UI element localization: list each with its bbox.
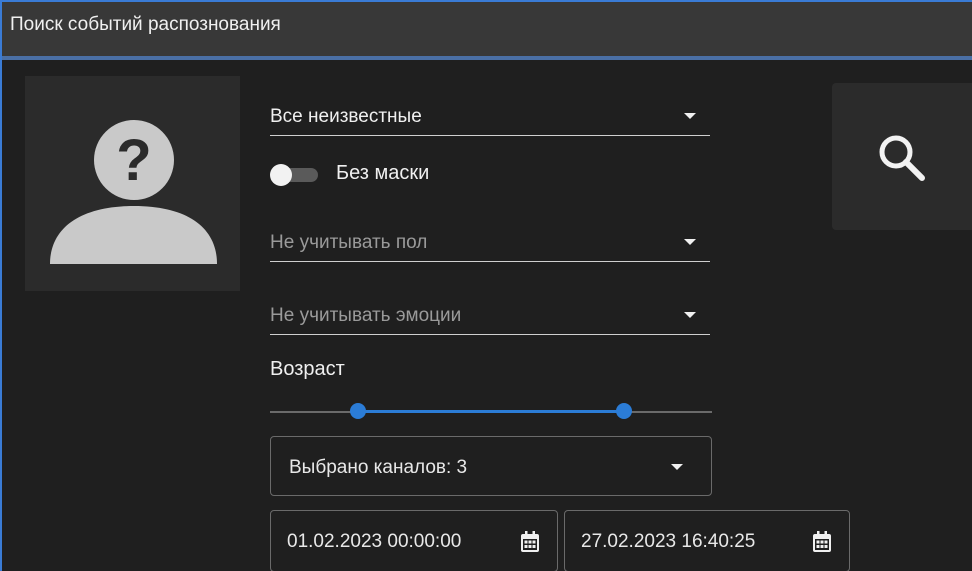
title-bar[interactable]: Поиск событий распознования [2, 2, 972, 60]
search-icon [879, 135, 925, 181]
gender-value: Не учитывать пол [270, 232, 428, 253]
channels-select[interactable]: Выбрано каналов: 3 [270, 436, 712, 496]
age-label: Возраст [270, 358, 345, 380]
toggle-knob [270, 164, 292, 186]
channels-value: Выбрано каналов: 3 [289, 457, 468, 478]
unknown-person-icon: ? [50, 120, 217, 264]
emotion-select[interactable]: Не учитывать эмоции [270, 285, 710, 335]
person-category-value: Все неизвестные [270, 106, 422, 127]
svg-text:?: ? [116, 128, 151, 193]
date-to-field[interactable]: 27.02.2023 16:40:25 [564, 510, 850, 571]
dropdown-arrow-icon [671, 464, 683, 470]
slider-range-fill [358, 410, 624, 413]
date-from-field[interactable]: 01.02.2023 00:00:00 [270, 510, 558, 571]
dropdown-arrow-icon [684, 239, 696, 245]
date-to-value: 27.02.2023 16:40:25 [581, 531, 756, 552]
date-from-value: 01.02.2023 00:00:00 [287, 531, 462, 552]
gender-select[interactable]: Не учитывать пол [270, 212, 710, 262]
age-range-slider[interactable] [270, 398, 712, 428]
dropdown-arrow-icon [684, 312, 696, 318]
avatar-placeholder[interactable]: ? [25, 76, 240, 291]
recognition-search-window: Поиск событий распознования ? Все неизве… [0, 0, 972, 571]
mask-toggle-label: Без маски [336, 162, 430, 184]
person-category-select[interactable]: Все неизвестные [270, 86, 710, 136]
age-max-thumb[interactable] [615, 403, 632, 419]
mask-toggle[interactable] [270, 162, 322, 186]
emotion-value: Не учитывать эмоции [270, 305, 462, 326]
dropdown-arrow-icon [684, 113, 696, 119]
window-title: Поиск событий распознования [10, 14, 281, 35]
calendar-icon[interactable] [519, 530, 541, 554]
search-button[interactable] [832, 83, 972, 230]
age-min-thumb[interactable] [350, 403, 367, 419]
calendar-icon[interactable] [811, 530, 833, 554]
